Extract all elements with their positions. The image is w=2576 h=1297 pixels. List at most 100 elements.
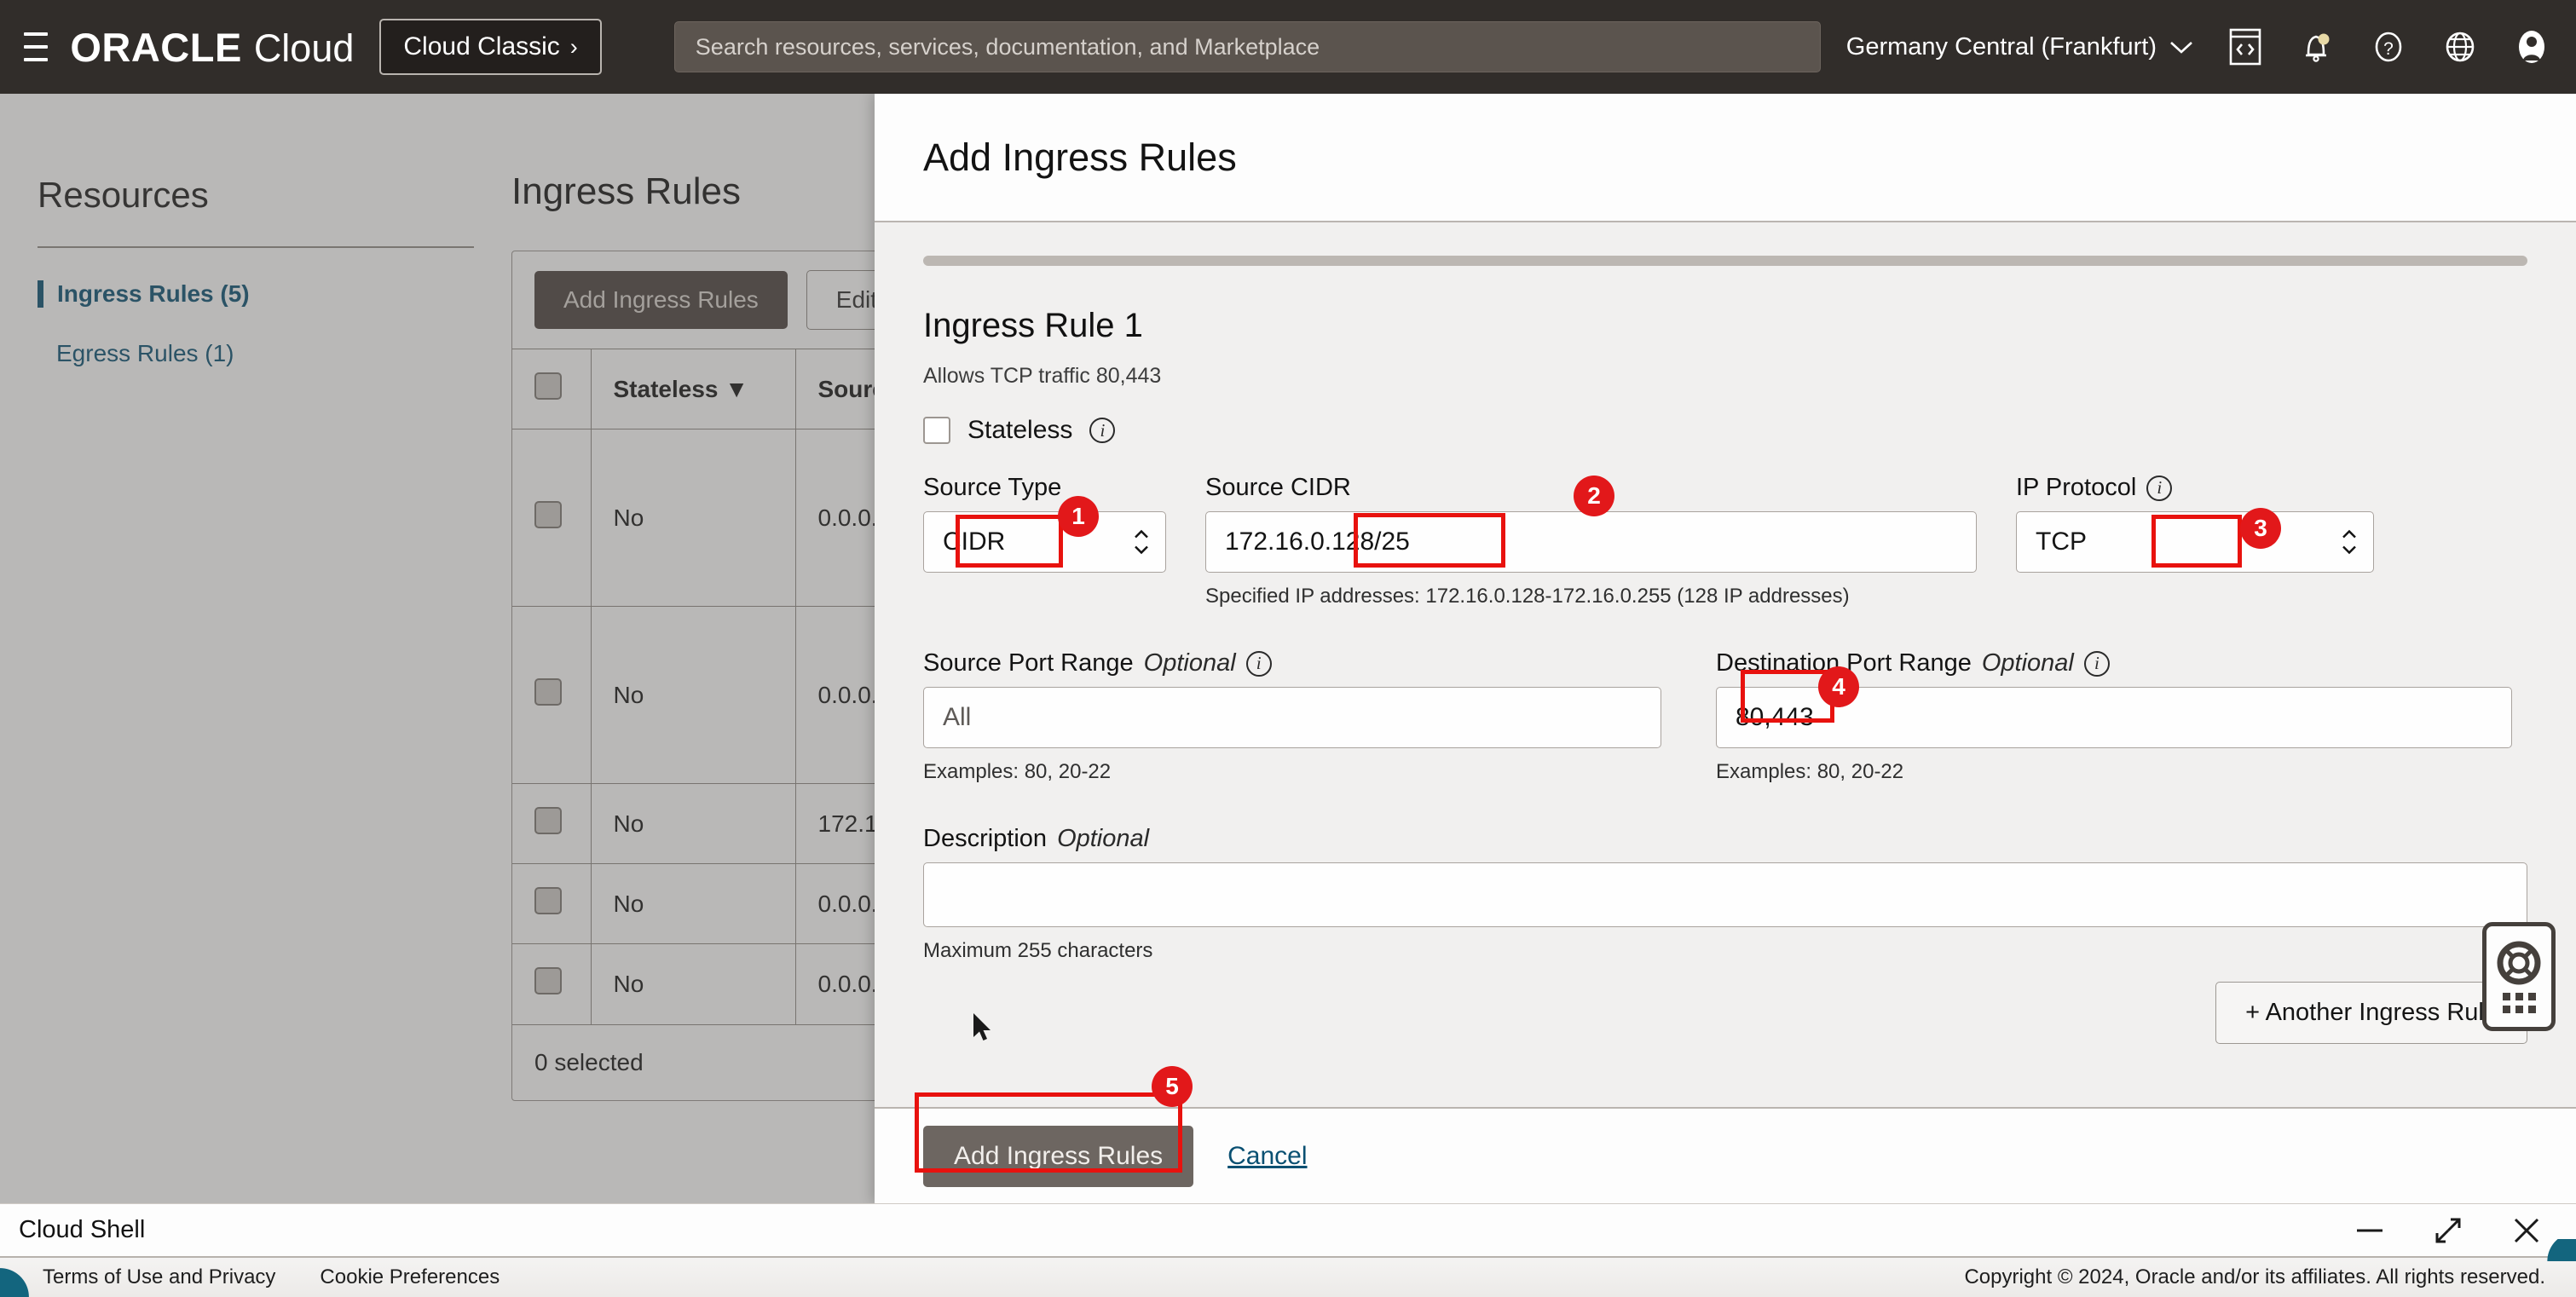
sidebar-item-egress-rules[interactable]: Egress Rules (1): [38, 340, 481, 367]
close-icon[interactable]: [2510, 1213, 2544, 1248]
row-checkbox[interactable]: [534, 501, 562, 528]
stepper-arrows-icon: [1133, 529, 1150, 556]
source-port-range-helper: Examples: 80, 20-22: [923, 760, 1112, 783]
row-checkbox-cell: [512, 783, 592, 864]
row-checkbox[interactable]: [534, 807, 562, 834]
destination-port-range-helper: Examples: 80, 20-22: [1716, 760, 1904, 783]
cloud-classic-button[interactable]: Cloud Classic ›: [379, 19, 602, 75]
sidebar-item-label: Egress Rules (1): [56, 340, 234, 366]
help-widget[interactable]: [2482, 922, 2556, 1031]
ip-protocol-label: IP Protocol i: [2016, 474, 2374, 502]
row-checkbox-cell: [512, 429, 592, 607]
brand-cloud-text: Cloud: [253, 26, 355, 70]
info-icon[interactable]: i: [1089, 418, 1116, 443]
info-icon[interactable]: i: [1245, 650, 1272, 677]
ip-protocol-value: TCP: [2036, 527, 2087, 556]
notifications-bell-icon[interactable]: [2296, 26, 2337, 67]
source-port-range-input[interactable]: All: [923, 687, 1661, 748]
another-rule-row: + Another Ingress Rule: [2215, 982, 2527, 1044]
add-ingress-rules-button[interactable]: Add Ingress Rules: [534, 271, 788, 329]
source-cidr-helper: Specified IP addresses: 172.16.0.128-172…: [1205, 585, 1850, 608]
add-ingress-rules-submit[interactable]: Add Ingress Rules: [923, 1125, 1194, 1187]
mouse-cursor: [972, 1012, 994, 1049]
column-header-stateless[interactable]: Stateless ▼: [591, 349, 796, 429]
row-checkbox[interactable]: [534, 967, 562, 995]
help-question-icon[interactable]: ?: [2368, 26, 2409, 67]
language-globe-icon[interactable]: [2440, 26, 2481, 67]
lifesaver-help-icon: [2497, 941, 2541, 984]
info-icon[interactable]: i: [2146, 475, 2173, 501]
page-footer: Terms of Use and Privacy Cookie Preferen…: [0, 1256, 2576, 1297]
row-checkbox[interactable]: [534, 887, 562, 914]
source-type-label: Source Type: [923, 474, 1166, 502]
cookie-preferences-link[interactable]: Cookie Preferences: [320, 1265, 500, 1289]
panel-footer: Add Ingress Rules Cancel: [875, 1107, 2576, 1203]
cell-stateless: No: [591, 606, 796, 784]
chevron-down-icon: [2170, 42, 2192, 54]
description-label: Description Optional: [923, 825, 2527, 853]
add-another-ingress-rule-button[interactable]: + Another Ingress Rule: [2215, 982, 2527, 1044]
annotation-badge-5: 5: [1152, 1066, 1193, 1107]
cell-stateless: No: [591, 783, 796, 864]
port-range-row: Source Port Range Optional i All Example…: [923, 649, 2527, 784]
decorative-corner-left: [0, 1268, 29, 1297]
drag-handle-dots-icon[interactable]: [2502, 992, 2536, 1013]
terms-of-use-link[interactable]: Terms of Use and Privacy: [43, 1265, 275, 1289]
sidebar-item-label: Ingress Rules (5): [57, 280, 250, 307]
column-header-label: Stateless: [613, 375, 719, 402]
rule-summary-text: Allows TCP traffic 80,443: [923, 364, 1162, 388]
destination-port-range-value: 80,443: [1736, 703, 1814, 731]
badge-number: 5: [1165, 1073, 1179, 1099]
top-navigation-bar: ORACLE Cloud Cloud Classic › Germany Cen…: [0, 0, 2576, 94]
source-port-range-label: Source Port Range Optional i: [923, 649, 1661, 677]
optional-tag: Optional: [1143, 649, 1236, 677]
cancel-link[interactable]: Cancel: [1227, 1142, 1307, 1171]
badge-number: 3: [2254, 515, 2267, 541]
oracle-cloud-logo: ORACLE Cloud: [70, 24, 354, 71]
cloud-classic-label: Cloud Classic: [403, 32, 560, 61]
sidebar-item-ingress-rules[interactable]: Ingress Rules (5): [38, 280, 481, 308]
user-avatar-icon[interactable]: [2511, 26, 2552, 67]
top-nav-right-cluster: Germany Central (Frankfurt) ?: [1821, 26, 2552, 67]
annotation-badge-3: 3: [2240, 508, 2281, 549]
source-type-select[interactable]: CIDR: [923, 511, 1166, 573]
ip-protocol-field: IP Protocol i TCP: [2016, 474, 2374, 608]
source-type-value: CIDR: [943, 527, 1006, 556]
oracle-cloud-page: ORACLE Cloud Cloud Classic › Germany Cen…: [0, 0, 2576, 1297]
region-selector[interactable]: Germany Central (Frankfurt): [1846, 33, 2194, 61]
badge-number: 2: [1587, 482, 1601, 509]
cloud-shell-title: Cloud Shell: [19, 1216, 146, 1243]
copyright-text: Copyright © 2024, Oracle and/or its affi…: [1964, 1265, 2545, 1288]
source-cidr-value: 172.16.0.128/25: [1225, 527, 1410, 556]
global-search-wrapper: [602, 21, 1821, 72]
label-text: Source Port Range: [923, 649, 1134, 677]
svg-text:?: ?: [2383, 39, 2394, 59]
ip-protocol-select[interactable]: TCP: [2016, 511, 2374, 573]
info-icon[interactable]: i: [2083, 650, 2110, 677]
horizontal-scrollbar[interactable]: [923, 256, 2527, 266]
panel-body: Ingress Rule 1 Allows TCP traffic 80,443…: [875, 222, 2576, 1107]
row-checkbox[interactable]: [534, 678, 562, 706]
select-all-header: [512, 349, 592, 429]
source-port-range-placeholder: All: [943, 703, 972, 731]
resources-sidebar: Resources Ingress Rules (5) Egress Rules…: [38, 175, 481, 367]
rule-heading: Ingress Rule 1: [923, 307, 1143, 344]
label-text: Description: [923, 825, 1048, 852]
cloud-shell-bar: Cloud Shell: [0, 1203, 2576, 1256]
annotation-badge-1: 1: [1058, 496, 1099, 537]
label-text: Source CIDR: [1205, 474, 1351, 501]
hamburger-menu-icon[interactable]: [24, 32, 49, 61]
stateless-checkbox[interactable]: [923, 417, 950, 444]
source-cidr-input[interactable]: 172.16.0.128/25: [1205, 511, 1977, 573]
minimize-icon[interactable]: [2353, 1213, 2387, 1248]
description-helper: Maximum 255 characters: [923, 939, 1153, 962]
sort-descending-icon: ▼: [725, 375, 748, 402]
expand-icon[interactable]: [2431, 1213, 2465, 1248]
code-editor-icon[interactable]: [2225, 26, 2266, 67]
select-all-checkbox[interactable]: [534, 372, 562, 400]
optional-tag: Optional: [1981, 649, 2074, 677]
source-fields-row: Source Type CIDR Source CIDR 172.16.0.12…: [923, 474, 2527, 608]
search-input[interactable]: [673, 21, 1821, 72]
description-input[interactable]: [923, 862, 2527, 927]
label-text: Source Type: [923, 474, 1062, 501]
